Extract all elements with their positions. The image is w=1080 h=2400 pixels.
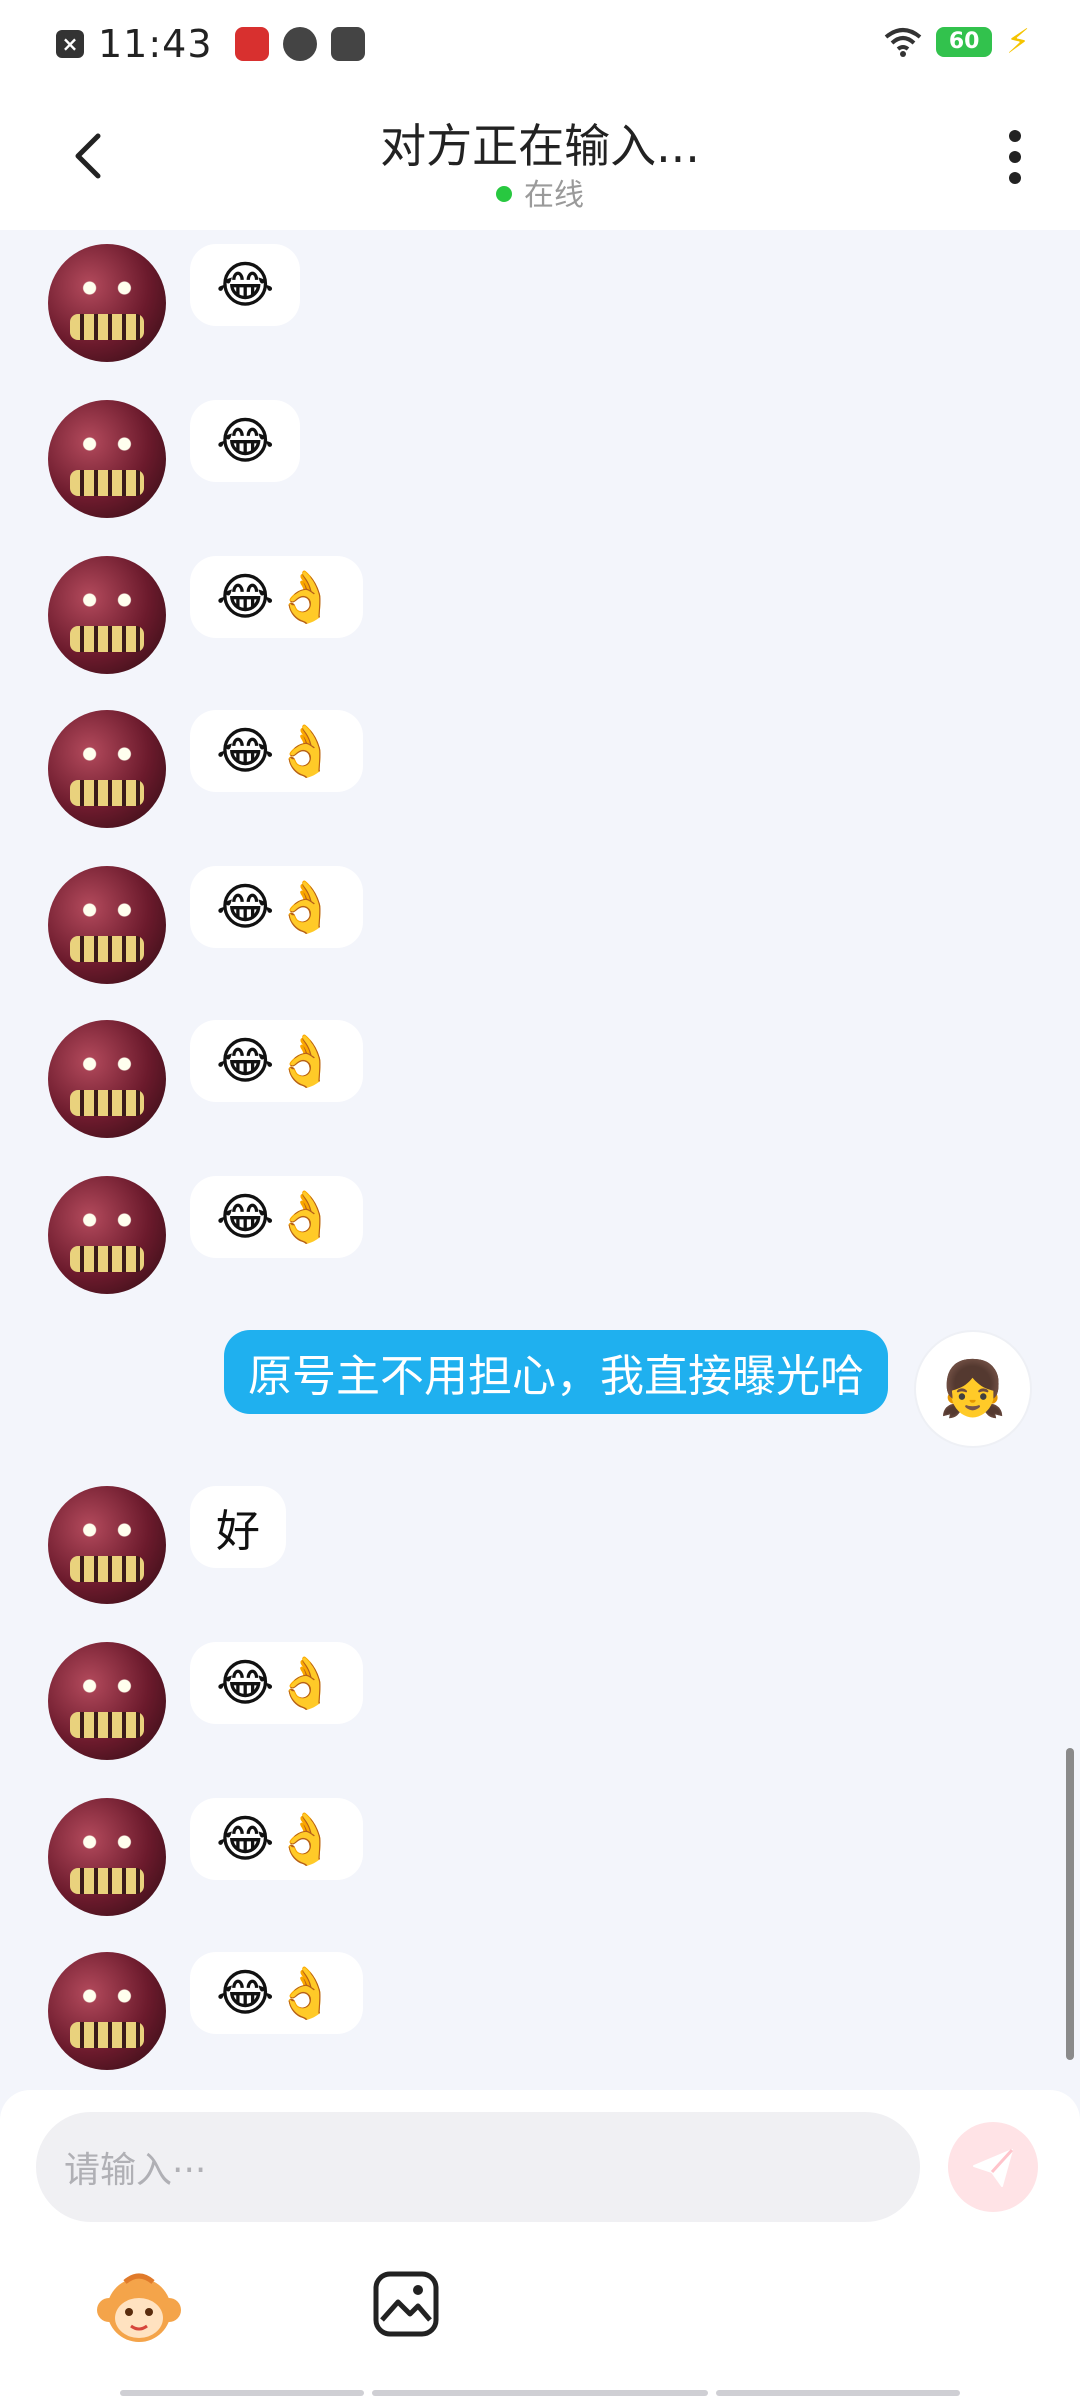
message-input-placeholder: 请输入··· <box>64 2150 207 2191</box>
contact-avatar[interactable] <box>48 1642 166 1760</box>
message-received: 😂👌 <box>0 1952 1080 2072</box>
online-status: 在线 <box>0 170 1080 214</box>
message-text: 😂👌 <box>216 1964 337 2022</box>
message-received: 😂👌 <box>0 866 1080 986</box>
message-text: 😂👌 <box>216 568 337 626</box>
my-avatar[interactable]: 👧 <box>914 1330 1032 1448</box>
message-received: 😂👌 <box>0 556 1080 676</box>
contact-avatar[interactable] <box>48 1486 166 1604</box>
message-text: 😂 <box>216 256 275 314</box>
contact-avatar[interactable] <box>48 710 166 828</box>
more-options-icon[interactable] <box>1000 130 1030 190</box>
status-bar: × 11:43 60 ⚡ <box>0 0 1080 86</box>
status-right: 60 ⚡ <box>884 22 1030 62</box>
message-bubble[interactable]: 😂👌 <box>190 1020 363 1102</box>
contact-avatar[interactable] <box>48 1798 166 1916</box>
sent-message-bubble[interactable]: 原号主不用担心，我直接曝光哈 <box>224 1330 888 1414</box>
contact-avatar[interactable] <box>48 1020 166 1138</box>
message-text: 😂👌 <box>216 1188 337 1246</box>
home-indicator <box>716 2390 960 2396</box>
message-text: 😂👌 <box>216 722 337 780</box>
message-text: 原号主不用担心，我直接曝光哈 <box>248 1351 864 1402</box>
monkey-sticker-icon <box>97 2273 181 2342</box>
message-text: 😂 <box>216 412 275 470</box>
chat-title: 对方正在输入... <box>380 119 700 173</box>
status-time: 11:43 <box>98 22 213 66</box>
message-bubble[interactable]: 😂 <box>190 244 301 326</box>
message-bubble[interactable]: 😂👌 <box>190 710 363 792</box>
wifi-icon <box>884 28 922 57</box>
chat-scrollbar[interactable] <box>1066 1748 1074 2060</box>
message-received: 好 <box>0 1486 1080 1606</box>
home-indicator <box>372 2390 708 2396</box>
send-paper-plane-icon <box>973 2148 1014 2187</box>
input-panel: 请输入··· <box>0 2090 1080 2400</box>
message-text: 好 <box>216 1506 260 1557</box>
chat-header: 对方正在输入... 在线 <box>0 86 1080 230</box>
message-list[interactable]: 😂 😂 😂👌 😂👌 😂👌 😂👌 😂👌 原号主不用担心，我直接曝光哈 👧 好 😂👌 <box>0 230 1080 2090</box>
close-notification-icon: × <box>56 30 84 58</box>
status-left: × 11:43 <box>56 22 365 66</box>
online-status-label: 在线 <box>524 178 584 213</box>
message-text: 😂👌 <box>216 1810 337 1868</box>
message-bubble[interactable]: 好 <box>190 1486 286 1568</box>
message-bubble[interactable]: 😂👌 <box>190 556 363 638</box>
online-dot-icon <box>496 185 512 202</box>
message-text: 😂👌 <box>216 1032 337 1090</box>
home-indicator <box>120 2390 364 2396</box>
contact-avatar[interactable] <box>48 1176 166 1294</box>
message-received: 😂👌 <box>0 1176 1080 1296</box>
app-icon-red <box>234 27 269 61</box>
message-received: 😂👌 <box>0 1020 1080 1140</box>
contact-avatar[interactable] <box>48 244 166 362</box>
contact-avatar[interactable] <box>48 866 166 984</box>
send-button[interactable] <box>948 2122 1038 2212</box>
message-input[interactable]: 请输入··· <box>36 2112 920 2222</box>
message-received: 😂 <box>0 244 1080 364</box>
message-bubble[interactable]: 😂👌 <box>190 1642 363 1724</box>
message-received: 😂👌 <box>0 710 1080 830</box>
message-bubble[interactable]: 😂👌 <box>190 1176 363 1258</box>
sticker-monkey-button[interactable] <box>94 2268 184 2348</box>
message-bubble[interactable]: 😂 <box>190 400 301 482</box>
feather-app-icon <box>282 27 317 61</box>
message-text: 😂👌 <box>216 878 337 936</box>
message-text: 😂👌 <box>216 1654 337 1712</box>
message-received: 😂👌 <box>0 1798 1080 1918</box>
contact-avatar[interactable] <box>48 400 166 518</box>
play-app-icon <box>330 27 365 61</box>
message-received: 😂 <box>0 400 1080 520</box>
battery-icon: 60 <box>936 27 993 57</box>
message-received: 😂👌 <box>0 1642 1080 1762</box>
contact-avatar[interactable] <box>48 1952 166 2070</box>
message-bubble[interactable]: 😂👌 <box>190 866 363 948</box>
image-picker-icon[interactable] <box>372 2270 440 2338</box>
charging-bolt-icon: ⚡ <box>1006 22 1030 62</box>
contact-avatar[interactable] <box>48 556 166 674</box>
message-bubble[interactable]: 😂👌 <box>190 1952 363 2034</box>
message-bubble[interactable]: 😂👌 <box>190 1798 363 1880</box>
